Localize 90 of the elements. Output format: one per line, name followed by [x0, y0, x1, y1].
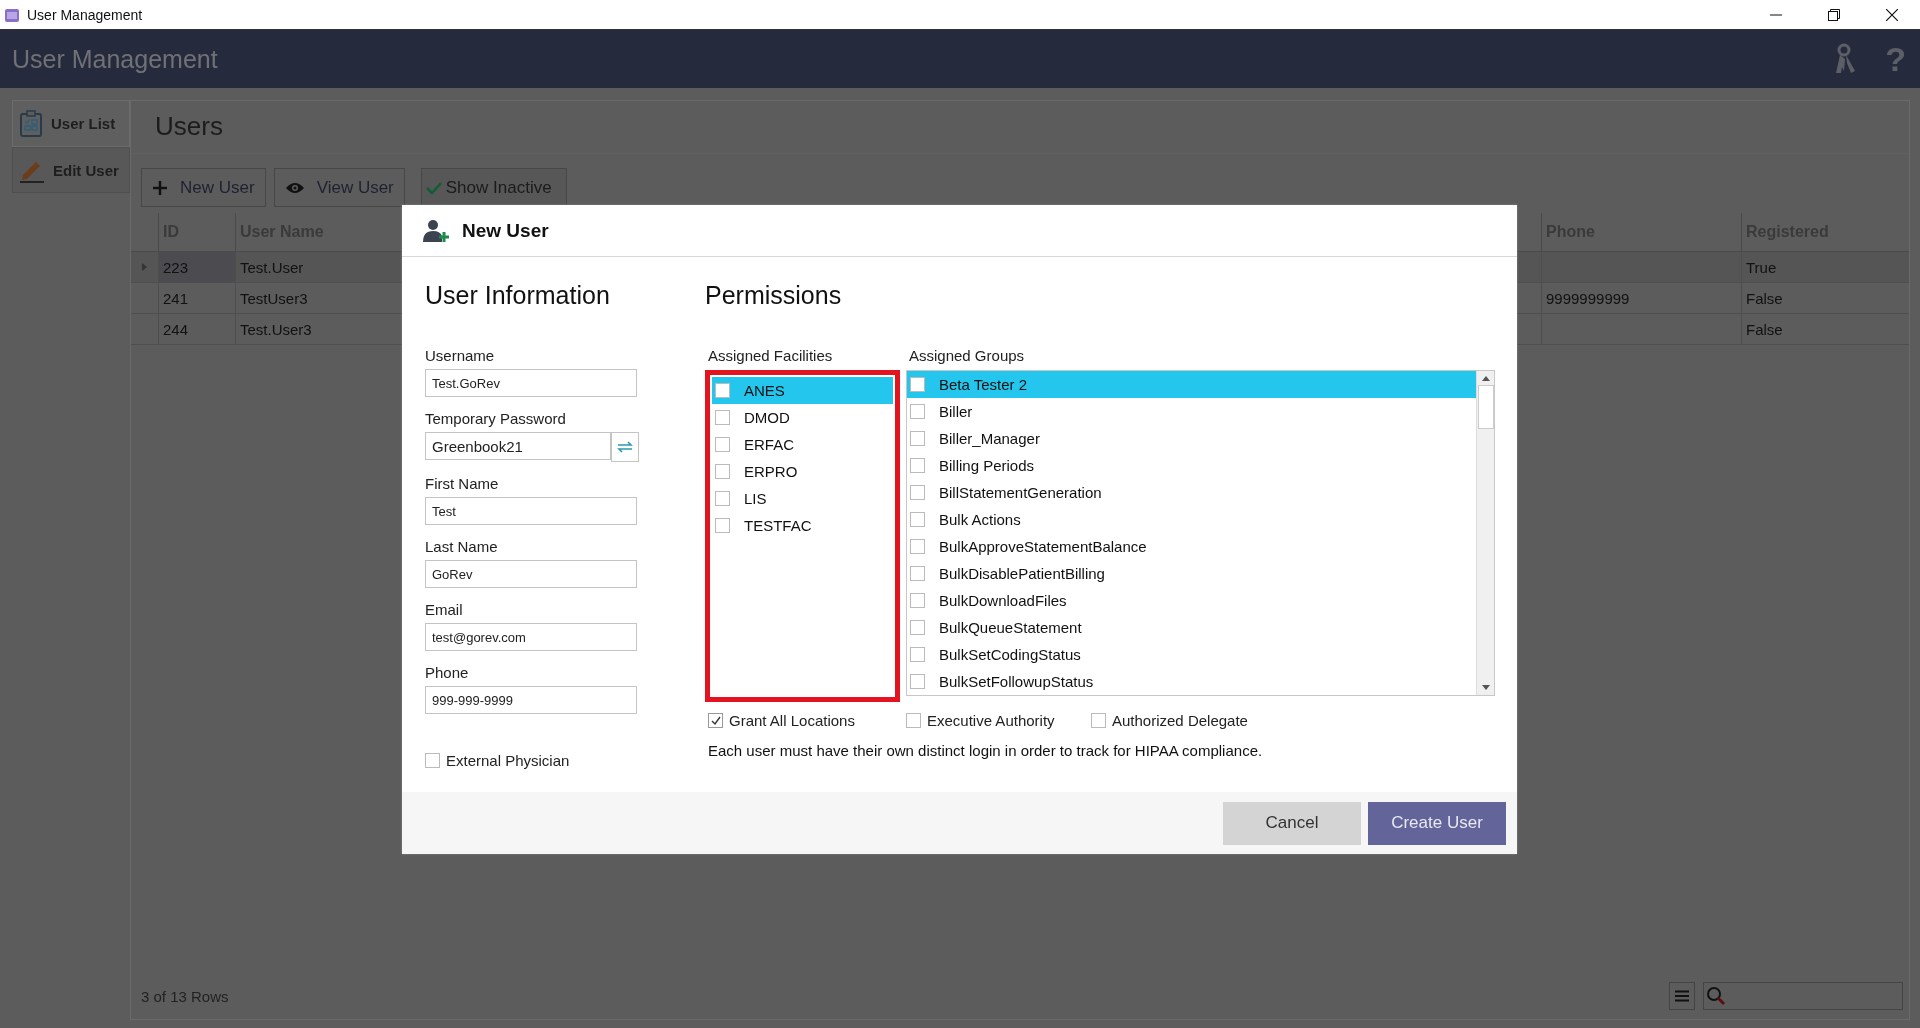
group-item[interactable]: BulkApproveStatementBalance: [907, 533, 1476, 560]
facility-item[interactable]: ERPRO: [712, 458, 893, 485]
check-icon: [709, 714, 722, 727]
checkbox[interactable]: [910, 431, 925, 446]
scrollbar[interactable]: [1476, 371, 1494, 695]
group-item[interactable]: BulkSetFollowupStatus: [907, 668, 1476, 695]
checkbox[interactable]: [910, 593, 925, 608]
facility-item[interactable]: ERFAC: [712, 431, 893, 458]
checkbox[interactable]: [715, 464, 730, 479]
group-item[interactable]: Biller_Manager: [907, 425, 1476, 452]
section-heading: User Information: [425, 281, 611, 311]
checkbox[interactable]: [715, 491, 730, 506]
field-label: Last Name: [425, 538, 499, 555]
app-title: User Management: [12, 44, 218, 74]
option-checkbox[interactable]: Authorized Delegate: [1091, 712, 1248, 729]
row-count: 3 of 13 Rows: [141, 987, 229, 1005]
swap-arrows-icon: [617, 440, 633, 454]
external-physician-checkbox[interactable]: External Physician: [425, 752, 680, 769]
table-cell: False: [1741, 283, 1909, 313]
text-field[interactable]: test@gorev.com: [425, 623, 637, 651]
dialog-title: New User: [462, 219, 549, 242]
checkbox[interactable]: [910, 512, 925, 527]
text-field[interactable]: 999-999-9999: [425, 686, 637, 714]
field-label: Temporary Password: [425, 410, 567, 427]
restore-icon[interactable]: [1828, 8, 1840, 21]
password-field[interactable]: Greenbook21: [425, 432, 611, 460]
table-cell: 9999999999: [1546, 289, 1630, 307]
eye-icon: [284, 181, 305, 194]
text-field[interactable]: Test.GoRev: [425, 369, 637, 397]
checkbox[interactable]: [715, 437, 730, 452]
checkbox[interactable]: [910, 404, 925, 419]
table-cell: True: [1741, 252, 1909, 282]
group-item[interactable]: Billing Periods: [907, 452, 1476, 479]
compliance-note: Each user must have their own distinct login in order to track for HIPAA compliance.: [707, 742, 1264, 759]
group-item[interactable]: BulkDisablePatientBilling: [907, 560, 1476, 587]
field-label: Email: [425, 601, 464, 618]
group-item[interactable]: Beta Tester 2: [907, 371, 1476, 398]
section-heading: Permissions: [705, 281, 843, 311]
app-logo-icon: [4, 6, 20, 23]
menu-button[interactable]: [1669, 982, 1695, 1010]
checkbox[interactable]: [910, 647, 925, 662]
facility-item[interactable]: TESTFAC: [712, 512, 893, 539]
table-cell: 244: [158, 314, 235, 344]
group-item[interactable]: BulkDownloadFiles: [907, 587, 1476, 614]
checkbox[interactable]: [910, 377, 925, 392]
checkbox[interactable]: [910, 566, 925, 581]
checkbox[interactable]: [910, 674, 925, 689]
field-label: Username: [425, 347, 496, 364]
table-cell: False: [1741, 314, 1909, 344]
scroll-down-icon[interactable]: [1481, 685, 1490, 690]
checkbox[interactable]: [715, 383, 730, 398]
search-icon: [1706, 986, 1726, 1006]
checkbox[interactable]: [715, 410, 730, 425]
checkbox[interactable]: [910, 485, 925, 500]
option-checkbox[interactable]: Grant All Locations: [708, 712, 906, 729]
field-label: Phone: [425, 664, 470, 681]
close-icon[interactable]: [1886, 8, 1898, 21]
scroll-thumb[interactable]: [1477, 385, 1494, 429]
group-item[interactable]: Bulk Actions: [907, 506, 1476, 533]
plus-icon: [152, 179, 168, 196]
clipboard-icon: [19, 109, 43, 138]
list-label: Assigned Groups: [908, 347, 1026, 364]
checkbox[interactable]: [715, 518, 730, 533]
cancel-button[interactable]: Cancel: [1223, 801, 1361, 845]
list-label: Assigned Facilities: [707, 347, 834, 364]
group-item[interactable]: BulkQueueStatement: [907, 614, 1476, 641]
regenerate-button[interactable]: [611, 432, 639, 462]
facility-item[interactable]: ANES: [712, 377, 893, 404]
users-heading: Users: [131, 101, 1909, 154]
option-checkbox[interactable]: Executive Authority: [906, 712, 1091, 729]
checkbox[interactable]: [910, 458, 925, 473]
table-cell: 223: [158, 252, 235, 282]
table-cell: 241: [158, 283, 235, 313]
checkbox[interactable]: [910, 620, 925, 635]
checkbox[interactable]: [910, 539, 925, 554]
group-item[interactable]: BillStatementGeneration: [907, 479, 1476, 506]
search-field[interactable]: [1703, 982, 1903, 1010]
facility-item[interactable]: DMOD: [712, 404, 893, 431]
group-item[interactable]: BulkSetCodingStatus: [907, 641, 1476, 668]
field-label: First Name: [425, 475, 500, 492]
group-item[interactable]: Biller: [907, 398, 1476, 425]
row-indicator-icon: [142, 263, 147, 271]
text-field[interactable]: Test: [425, 497, 637, 525]
menu-icon: [1675, 990, 1689, 1002]
text-field[interactable]: GoRev: [425, 560, 637, 588]
facility-item[interactable]: LIS: [712, 485, 893, 512]
add-user-icon: [422, 218, 452, 243]
scroll-up-icon[interactable]: [1481, 376, 1490, 381]
window-title: User Management: [27, 6, 143, 23]
create-button[interactable]: Create User: [1368, 801, 1506, 845]
